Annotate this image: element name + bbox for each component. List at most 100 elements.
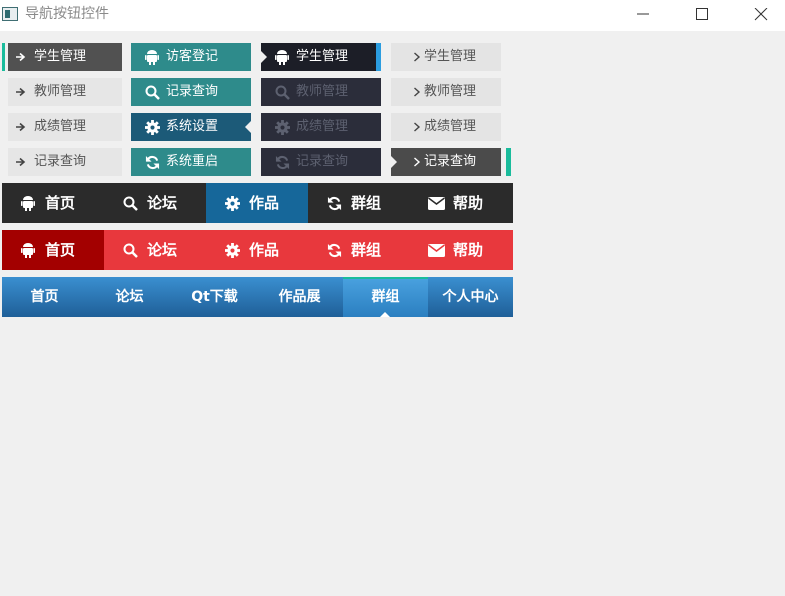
nav-item-label: 首页 (45, 194, 76, 212)
nav-button-teacher-light[interactable]: 教师管理 (391, 78, 501, 106)
nav-button-records[interactable]: 记录查询 (8, 148, 122, 176)
active-arrow (245, 121, 251, 133)
nav-item-help[interactable]: 帮助 (410, 183, 512, 223)
nav-item-label: 作品展 (278, 289, 321, 305)
nav-item-label: 帮助 (453, 194, 484, 212)
nav-item-groups[interactable]: 群组 (308, 183, 410, 223)
active-indicator (343, 277, 428, 279)
window-title: 导航按钮控件 (25, 6, 109, 22)
active-indicator (376, 43, 381, 71)
minimize-button[interactable] (620, 0, 666, 31)
active-indicator (2, 43, 5, 71)
nav-item-label: 首页 (30, 289, 59, 305)
nav-item-label: 帮助 (453, 241, 484, 259)
nav-item-label: 群组 (371, 289, 400, 305)
arrow-right-icon (13, 148, 29, 176)
nav-button-label: 记录查询 (296, 154, 349, 169)
nav-button-label: 记录查询 (424, 154, 477, 169)
active-arrow (261, 51, 267, 63)
nav-item-profile[interactable]: 个人中心 (428, 277, 513, 317)
nav-item-home[interactable]: 首页 (2, 230, 104, 270)
refresh-icon (141, 148, 163, 176)
nav-button-student-dark[interactable]: 学生管理 (261, 43, 381, 71)
nav-item-label: 群组 (351, 241, 382, 259)
nav-bar-dark: 首页 论坛 作品 群组 帮助 (2, 183, 513, 223)
nav-item-home[interactable]: 首页 (2, 183, 104, 223)
nav-button-label: 系统设置 (166, 119, 219, 134)
active-arrow (391, 156, 397, 168)
nav-item-forum[interactable]: 论坛 (104, 183, 206, 223)
nav-button-record-search[interactable]: 记录查询 (131, 78, 251, 106)
maximize-button[interactable] (679, 0, 725, 31)
nav-item-label: 论坛 (147, 194, 178, 212)
nav-button-teacher-dark[interactable]: 教师管理 (261, 78, 381, 106)
gear-icon (271, 113, 293, 141)
nav-button-label: 访客登记 (166, 49, 219, 64)
nav-item-home[interactable]: 首页 (2, 277, 87, 317)
nav-item-label: 论坛 (147, 241, 178, 259)
nav-item-groups[interactable]: 群组 (343, 277, 428, 317)
refresh-icon (325, 183, 343, 223)
nav-item-forum[interactable]: 论坛 (87, 277, 172, 317)
nav-button-restart[interactable]: 系统重启 (131, 148, 251, 176)
nav-item-groups[interactable]: 群组 (308, 230, 410, 270)
minimize-icon (637, 13, 649, 15)
search-icon (121, 230, 139, 270)
arrow-right-icon (13, 43, 29, 71)
gear-icon (141, 113, 163, 141)
nav-item-label: 论坛 (115, 289, 144, 305)
search-icon (141, 78, 163, 106)
nav-button-score[interactable]: 成绩管理 (8, 113, 122, 141)
refresh-icon (271, 148, 293, 176)
nav-button-label: 记录查询 (34, 154, 87, 169)
nav-item-label: 个人中心 (442, 289, 499, 305)
nav-button-label: 学生管理 (424, 49, 477, 64)
android-icon (19, 230, 37, 270)
nav-button-records-light[interactable]: 记录查询 (391, 148, 501, 176)
nav-item-label: Qt下载 (191, 289, 238, 305)
nav-button-student[interactable]: 学生管理 (8, 43, 122, 71)
nav-button-student-light[interactable]: 学生管理 (391, 43, 501, 71)
search-icon (121, 183, 139, 223)
nav-button-label: 教师管理 (424, 84, 477, 99)
nav-button-visitor[interactable]: 访客登记 (131, 43, 251, 71)
refresh-icon (325, 230, 343, 270)
nav-button-label: 学生管理 (34, 49, 87, 64)
chevron-right-icon (412, 43, 422, 71)
gear-icon (223, 230, 241, 270)
nav-button-label: 教师管理 (296, 84, 349, 99)
nav-item-qt-download[interactable]: Qt下载 (172, 277, 257, 317)
chevron-right-icon (412, 148, 422, 176)
nav-button-teacher[interactable]: 教师管理 (8, 78, 122, 106)
nav-item-forum[interactable]: 论坛 (104, 230, 206, 270)
nav-button-score-dark[interactable]: 成绩管理 (261, 113, 381, 141)
nav-item-works[interactable]: 作品 (206, 230, 308, 270)
android-icon (141, 43, 163, 71)
nav-button-label: 成绩管理 (296, 119, 349, 134)
nav-bar-red: 首页 论坛 作品 群组 帮助 (2, 230, 513, 270)
nav-button-label: 成绩管理 (424, 119, 477, 134)
nav-button-settings[interactable]: 系统设置 (131, 113, 251, 141)
nav-button-label: 系统重启 (166, 154, 219, 169)
nav-button-label: 记录查询 (166, 84, 219, 99)
nav-bar-blue: 首页 论坛 Qt下载 作品展 群组 个人中心 (2, 277, 513, 317)
app-icon (2, 7, 18, 21)
nav-button-score-light[interactable]: 成绩管理 (391, 113, 501, 141)
arrow-right-icon (13, 113, 29, 141)
nav-item-help[interactable]: 帮助 (410, 230, 512, 270)
title-bar: 导航按钮控件 (0, 0, 785, 31)
close-button[interactable] (738, 0, 784, 31)
maximize-icon (696, 8, 708, 20)
nav-button-label: 教师管理 (34, 84, 87, 99)
nav-item-showcase[interactable]: 作品展 (257, 277, 342, 317)
chevron-right-icon (412, 78, 422, 106)
chevron-right-icon (412, 113, 422, 141)
nav-item-label: 作品 (249, 194, 280, 212)
nav-item-works[interactable]: 作品 (206, 183, 308, 223)
arrow-right-icon (13, 78, 29, 106)
android-icon (271, 43, 293, 71)
android-icon (19, 183, 37, 223)
envelope-icon (427, 230, 445, 270)
gear-icon (223, 183, 241, 223)
nav-button-records-dark[interactable]: 记录查询 (261, 148, 381, 176)
